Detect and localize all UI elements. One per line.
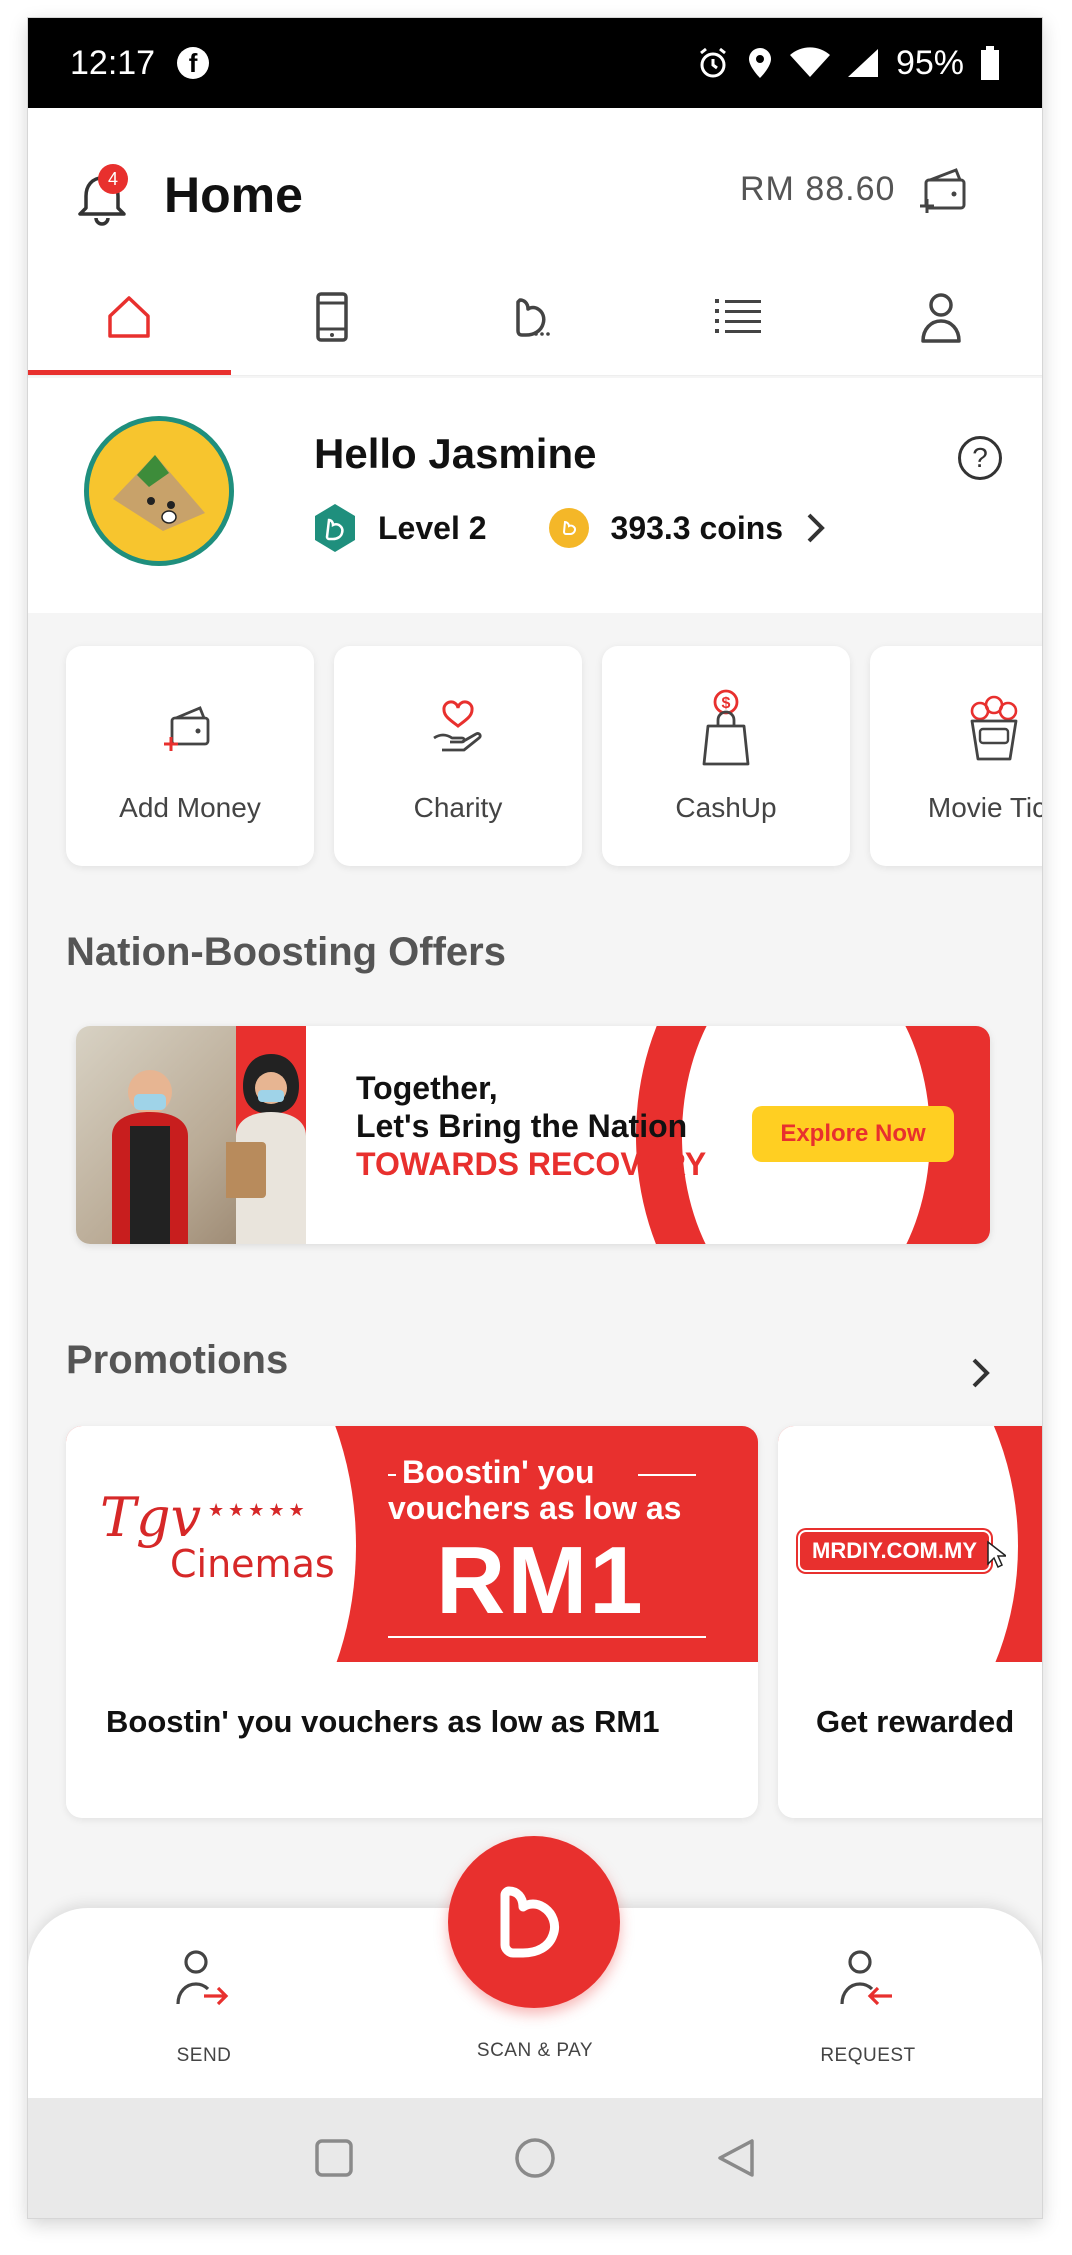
scan-and-pay-button[interactable] <box>448 1836 620 2008</box>
notification-badge: 4 <box>98 164 128 194</box>
battery-icon <box>981 46 999 80</box>
tab-mobile[interactable] <box>231 258 434 375</box>
nation-boosting-banner[interactable]: Together, Let's Bring the Nation TOWARDS… <box>76 1026 990 1244</box>
scan-and-pay-label: SCAN & PAY <box>476 2040 594 2061</box>
banner-line-2: Let's Bring the Nation <box>356 1108 688 1144</box>
promo-white-curve <box>66 1426 356 1818</box>
mrdiy-logo: MRDIY.COM.MY <box>798 1530 991 1572</box>
top-tabs <box>28 258 1042 376</box>
wifi-icon <box>789 47 830 77</box>
popcorn-icon <box>949 688 1039 768</box>
promo-caption: Get rewarded <box>816 1704 1015 1739</box>
quick-action-charity[interactable]: Charity <box>334 646 582 866</box>
quick-action-label: Add Money <box>119 792 261 823</box>
back-icon[interactable] <box>716 2137 756 2179</box>
promo-rule <box>388 1474 396 1476</box>
facebook-icon: f <box>177 47 210 79</box>
send-button[interactable]: SEND <box>114 1948 294 2067</box>
svg-text:$: $ <box>722 695 731 712</box>
promo-caption: Boostin' you vouchers as low as RM1 <box>106 1704 660 1739</box>
tgv-cinemas-logo: Tgv ★★★★★ Cinemas <box>100 1486 335 1586</box>
quick-actions: Add Money Charity $ CashUp Movie Tick <box>66 646 1042 866</box>
request-icon <box>840 1950 892 2006</box>
quick-action-label: Movie Tick <box>927 792 1042 823</box>
quick-action-cashup[interactable]: $ CashUp <box>602 646 850 866</box>
app-header: 4 Home RM 88.60 <box>28 108 1042 376</box>
greeting-text: Hello Jasmine <box>314 430 597 477</box>
profile-summary: Hello Jasmine ? Level 2 393.3 coins <box>28 378 1042 613</box>
reload-wallet-icon[interactable] <box>916 160 972 216</box>
coin-icon <box>548 508 589 548</box>
tab-home[interactable] <box>28 258 231 375</box>
avatar[interactable] <box>84 416 234 566</box>
battery-percent: 95% <box>895 43 964 82</box>
banner-line-1: Together, <box>356 1070 498 1106</box>
promo-rule <box>638 1474 696 1476</box>
promo-rule <box>388 1636 706 1638</box>
explore-now-button[interactable]: Explore Now <box>752 1106 954 1162</box>
chevron-right-icon <box>807 513 825 543</box>
quick-action-label: Charity <box>413 792 503 823</box>
promo-logo-text: Cinemas <box>170 1542 335 1586</box>
quick-action-label: CashUp <box>675 792 777 823</box>
shopkeeper-figure <box>112 1070 188 1244</box>
profile-icon <box>920 292 961 343</box>
coins-balance: 393.3 coins <box>610 509 784 546</box>
promotions-see-all-chevron-icon[interactable] <box>970 1356 992 1390</box>
system-navigation-bar <box>28 2098 1042 2218</box>
add-money-icon <box>145 688 235 768</box>
banner-line-3: TOWARDS RECOVERY <box>356 1146 707 1182</box>
boost-heart-icon <box>500 1886 560 1958</box>
tab-deals[interactable] <box>434 258 637 375</box>
page-title: Home <box>164 167 303 223</box>
promo-card-tgv[interactable]: Tgv ★★★★★ Cinemas Boostin' you vouchers … <box>66 1426 758 1818</box>
offers-section-title: Nation-Boosting Offers <box>66 930 506 974</box>
level-badge-icon <box>315 504 355 552</box>
status-bar: 12:17 f 95% <box>28 18 1042 108</box>
phone-icon <box>316 291 348 342</box>
promo-card-mrdiy[interactable]: MRDIY.COM.MY Get rewarded <box>778 1426 1042 1818</box>
recent-apps-icon[interactable] <box>314 2138 354 2178</box>
request-button[interactable]: REQUEST <box>778 1948 958 2067</box>
request-label: REQUEST <box>820 2045 916 2066</box>
quick-action-add-money[interactable]: Add Money <box>66 646 314 866</box>
alarm-icon <box>700 47 726 78</box>
customer-figure <box>226 1054 306 1244</box>
home-button-icon[interactable] <box>514 2137 556 2179</box>
promo-white-curve <box>778 1426 1018 1818</box>
level-label: Level 2 <box>378 509 487 546</box>
cashup-icon: $ <box>681 688 771 768</box>
boost-deals-icon <box>516 297 550 337</box>
status-icons: 95% <box>696 44 1000 83</box>
charity-icon <box>413 688 503 768</box>
home-icon <box>108 295 151 338</box>
send-icon <box>176 1950 229 2006</box>
location-icon <box>748 48 771 78</box>
promo-headline-1: Boostin' you <box>402 1454 595 1490</box>
wallet-balance[interactable]: RM 88.60 <box>740 170 895 209</box>
signal-icon <box>847 49 878 77</box>
ketupat-avatar-icon <box>89 421 229 561</box>
send-label: SEND <box>176 2045 232 2066</box>
promotions-section-title: Promotions <box>66 1338 289 1382</box>
help-icon[interactable]: ? <box>958 436 1002 480</box>
promo-price: RM1 <box>436 1527 645 1634</box>
phone-screen: 12:17 f 95% 4 Home RM 88.60 Hello Jasmin… <box>28 18 1042 2218</box>
tab-profile[interactable] <box>839 258 1042 375</box>
tab-transactions[interactable] <box>636 258 839 375</box>
rewards-row[interactable]: Level 2 393.3 coins <box>312 502 827 554</box>
status-time: 12:17 <box>70 43 156 82</box>
list-icon <box>714 298 761 333</box>
promo-headline-2: vouchers as low as <box>388 1490 682 1526</box>
cursor-icon <box>987 1540 1006 1568</box>
quick-action-movie-tickets[interactable]: Movie Tick <box>870 646 1042 866</box>
